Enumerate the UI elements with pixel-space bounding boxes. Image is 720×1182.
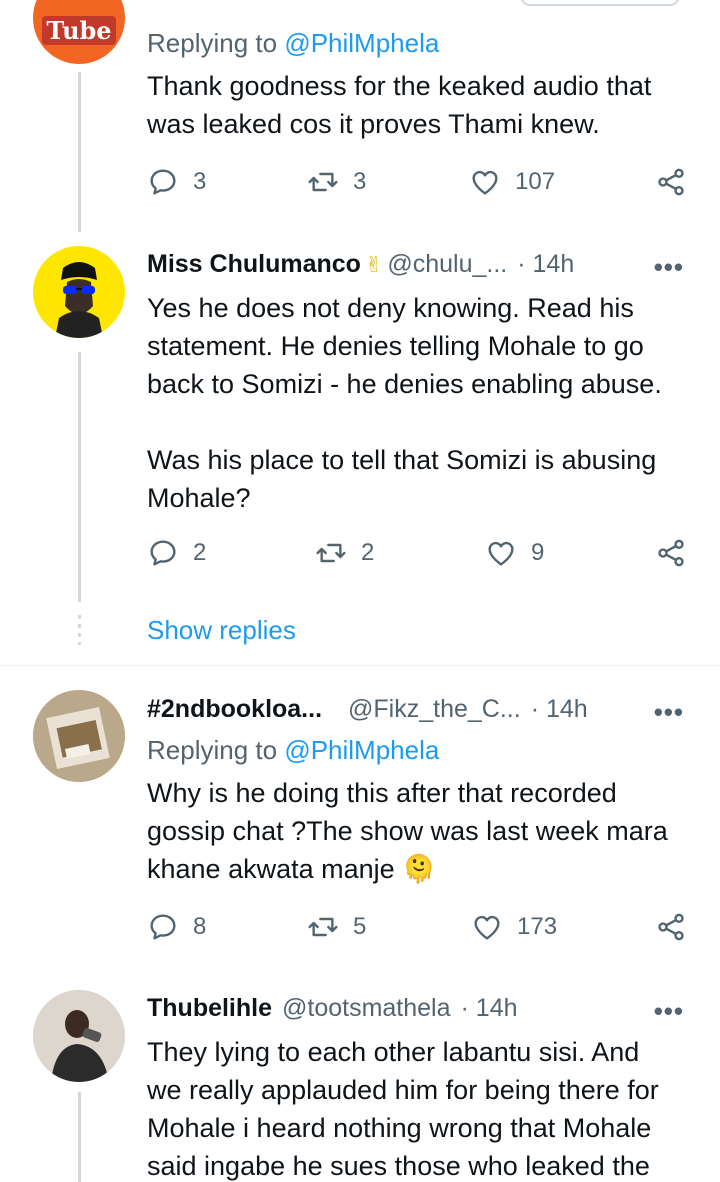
reply-button[interactable]: 8 bbox=[147, 911, 206, 943]
avatar[interactable] bbox=[33, 690, 125, 782]
tweet-actions: 2 2 9 bbox=[147, 537, 692, 577]
tweet-text: They lying to each other labantu sisi. A… bbox=[147, 1037, 659, 1181]
reply-button[interactable]: 2 bbox=[147, 537, 206, 569]
show-replies-link[interactable]: Show replies bbox=[147, 615, 296, 646]
reply-icon bbox=[150, 914, 176, 940]
retweet-button[interactable]: 5 bbox=[307, 911, 366, 943]
timestamp[interactable]: · 14h bbox=[461, 994, 518, 1023]
reply-button[interactable]: 3 bbox=[147, 166, 206, 198]
heart-icon bbox=[474, 915, 500, 940]
like-count: 173 bbox=[517, 913, 558, 940]
book-cover-icon bbox=[33, 690, 125, 782]
thread-line bbox=[78, 1092, 81, 1182]
display-name[interactable]: Thubelihle bbox=[147, 994, 272, 1023]
tweet-text: Yes he does not deny knowing. Read his s… bbox=[147, 293, 662, 513]
thread-line bbox=[78, 72, 81, 232]
like-count: 9 bbox=[531, 539, 545, 566]
share-button[interactable] bbox=[655, 537, 687, 569]
avatar[interactable] bbox=[33, 246, 125, 338]
retweet-count: 5 bbox=[353, 913, 367, 940]
avatar-face-icon bbox=[55, 262, 103, 338]
retweet-button[interactable]: 3 bbox=[307, 166, 366, 198]
display-name[interactable]: Miss Chulumanco bbox=[147, 250, 361, 279]
thread-line bbox=[78, 352, 81, 602]
share-button[interactable] bbox=[655, 166, 687, 198]
retweet-icon bbox=[308, 917, 338, 937]
avatar-logo-text: Tube bbox=[42, 15, 116, 45]
mention-link[interactable]: @PhilMphela bbox=[284, 735, 439, 765]
user-handle[interactable]: @tootsmathela bbox=[282, 994, 451, 1023]
reply-icon bbox=[150, 540, 176, 566]
share-button[interactable] bbox=[655, 911, 687, 943]
top-button-edge bbox=[520, 0, 680, 6]
user-handle[interactable]: @Fikz_the_C... bbox=[348, 695, 521, 724]
share-icon bbox=[658, 539, 684, 567]
like-count: 107 bbox=[515, 168, 556, 195]
reply-count: 8 bbox=[193, 913, 207, 940]
more-options-icon[interactable]: ••• bbox=[654, 996, 684, 1027]
avatar-photo-icon bbox=[33, 990, 125, 1082]
retweet-count: 3 bbox=[353, 168, 367, 195]
tweet-header: Miss Chulumanco ✌ @chulu_... · 14h bbox=[147, 250, 574, 279]
timestamp[interactable]: · 14h bbox=[517, 250, 574, 279]
like-button[interactable]: 9 bbox=[485, 537, 544, 569]
emoji-badge: ✌ bbox=[364, 251, 384, 277]
retweet-icon bbox=[308, 172, 338, 192]
timestamp[interactable]: · 14h bbox=[531, 695, 588, 724]
tweet-header: #2ndbookloa... @Fikz_the_C... · 14h bbox=[147, 695, 588, 724]
mention-link[interactable]: @PhilMphela bbox=[284, 28, 439, 58]
tweet-text: Why is he doing this after that recorded… bbox=[147, 778, 668, 884]
reply-icon bbox=[150, 169, 176, 195]
avatar[interactable] bbox=[33, 990, 125, 1082]
reply-count: 3 bbox=[193, 168, 207, 195]
heart-icon bbox=[488, 541, 514, 566]
reply-count: 2 bbox=[193, 539, 207, 566]
tweet-actions: 8 5 173 bbox=[147, 911, 692, 951]
avatar[interactable]: Tube bbox=[33, 0, 125, 64]
share-icon bbox=[658, 168, 684, 196]
share-icon bbox=[658, 913, 684, 941]
more-options-icon[interactable]: ••• bbox=[654, 252, 684, 283]
tweet-text: Thank goodness for the keaked audio that… bbox=[147, 71, 652, 139]
like-button[interactable]: 173 bbox=[471, 911, 557, 943]
user-handle[interactable]: @chulu_... bbox=[387, 250, 507, 279]
tweet-actions: 3 3 107 bbox=[147, 166, 692, 206]
retweet-icon bbox=[316, 543, 346, 563]
like-button[interactable]: 107 bbox=[469, 166, 555, 198]
retweet-count: 2 bbox=[361, 539, 375, 566]
divider bbox=[0, 665, 720, 666]
thread-dots bbox=[78, 615, 81, 645]
heart-icon bbox=[472, 170, 498, 195]
tweet-header: Thubelihle @tootsmathela · 14h bbox=[147, 994, 518, 1023]
display-name[interactable]: #2ndbookloa... bbox=[147, 695, 322, 724]
more-options-icon[interactable]: ••• bbox=[654, 697, 684, 728]
replying-to: Replying to @PhilMphela bbox=[147, 28, 440, 58]
replying-to: Replying to @PhilMphela bbox=[147, 735, 440, 765]
retweet-button[interactable]: 2 bbox=[315, 537, 374, 569]
